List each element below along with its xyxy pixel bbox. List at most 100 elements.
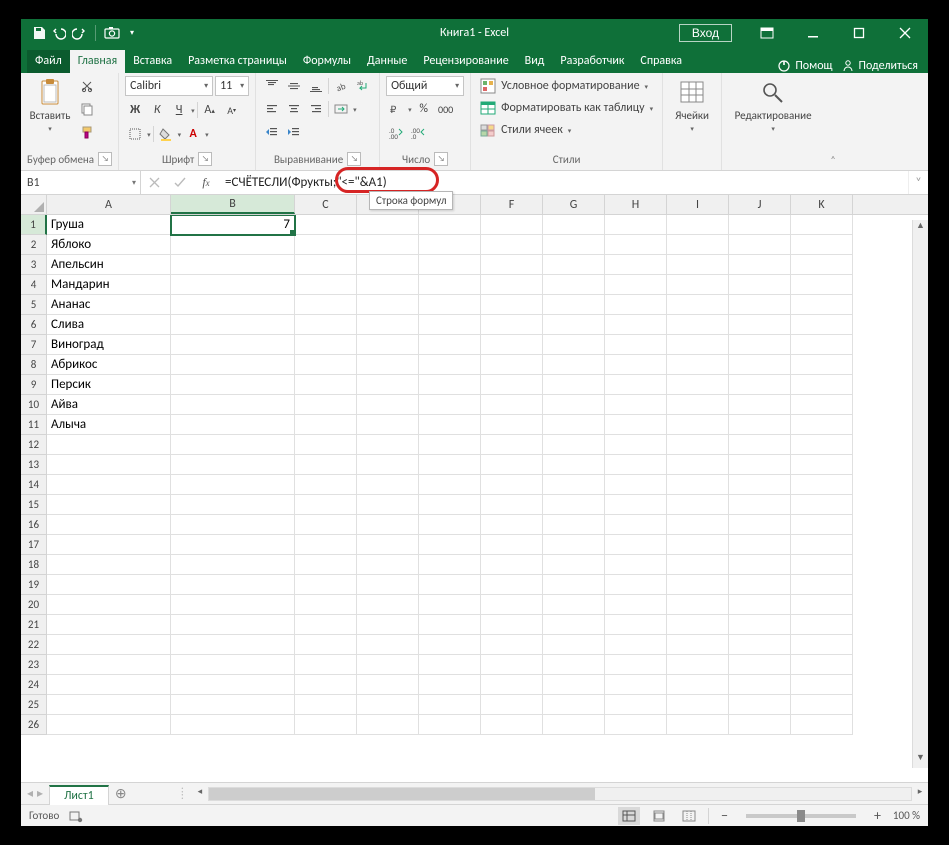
tab-Формулы[interactable]: Формулы (295, 50, 359, 73)
cell[interactable]: 7 (171, 215, 295, 235)
cell[interactable] (357, 535, 419, 555)
align-left-icon[interactable] (262, 99, 282, 119)
cell[interactable] (295, 635, 357, 655)
comma-style-icon[interactable]: 000 (436, 99, 456, 119)
cell[interactable] (47, 535, 171, 555)
cell[interactable] (295, 555, 357, 575)
cell[interactable] (481, 295, 543, 315)
cell[interactable] (605, 215, 667, 235)
cell[interactable] (357, 655, 419, 675)
cell[interactable] (791, 455, 853, 475)
cell[interactable] (47, 475, 171, 495)
cell[interactable] (729, 275, 791, 295)
cell[interactable] (791, 715, 853, 735)
cell[interactable] (729, 375, 791, 395)
vertical-scrollbar[interactable]: ▲ ▼ (912, 220, 928, 768)
cell[interactable] (357, 275, 419, 295)
cell[interactable]: Груша (47, 215, 171, 235)
cell[interactable] (791, 335, 853, 355)
insert-function-icon[interactable]: fx (193, 175, 219, 190)
cell[interactable] (419, 535, 481, 555)
cell[interactable] (419, 635, 481, 655)
cell[interactable] (171, 495, 295, 515)
cell[interactable] (171, 595, 295, 615)
cell[interactable] (295, 575, 357, 595)
cell[interactable] (605, 375, 667, 395)
tab-Данные[interactable]: Данные (359, 50, 415, 73)
cell[interactable] (667, 375, 729, 395)
cell[interactable] (791, 535, 853, 555)
row-header[interactable]: 11 (21, 415, 47, 435)
cell[interactable] (295, 655, 357, 675)
cell[interactable] (357, 395, 419, 415)
cell[interactable] (791, 275, 853, 295)
cell[interactable] (419, 455, 481, 475)
signin-button[interactable]: Вход (679, 24, 732, 42)
cell[interactable] (605, 395, 667, 415)
cell[interactable] (605, 495, 667, 515)
cell[interactable] (481, 375, 543, 395)
cell[interactable] (171, 455, 295, 475)
cell[interactable] (667, 215, 729, 235)
cell[interactable] (791, 375, 853, 395)
cell[interactable] (791, 355, 853, 375)
cell[interactable] (543, 215, 605, 235)
cell[interactable] (667, 455, 729, 475)
col-header-B[interactable]: B (171, 195, 295, 214)
tab-Главная[interactable]: Главная (70, 50, 125, 73)
cell[interactable] (791, 615, 853, 635)
cell[interactable] (543, 315, 605, 335)
cell[interactable] (47, 575, 171, 595)
cell[interactable] (543, 475, 605, 495)
col-header-F[interactable]: F (481, 195, 543, 214)
decrease-indent-icon[interactable] (262, 122, 282, 142)
cell[interactable] (357, 715, 419, 735)
cell[interactable] (171, 695, 295, 715)
cell[interactable] (605, 475, 667, 495)
cell[interactable] (729, 655, 791, 675)
cell[interactable] (481, 335, 543, 355)
cell[interactable] (47, 555, 171, 575)
align-middle-icon[interactable] (284, 76, 304, 96)
cell[interactable] (729, 315, 791, 335)
cell[interactable] (667, 315, 729, 335)
cell[interactable] (171, 715, 295, 735)
cell[interactable] (357, 215, 419, 235)
cell[interactable] (791, 575, 853, 595)
row-header[interactable]: 15 (21, 495, 47, 515)
cell[interactable] (357, 315, 419, 335)
cell[interactable] (543, 255, 605, 275)
cell[interactable] (605, 235, 667, 255)
cell[interactable] (419, 575, 481, 595)
collapse-ribbon-icon[interactable]: ˄ (830, 153, 835, 166)
cell[interactable]: Апельсин (47, 255, 171, 275)
cell[interactable] (667, 615, 729, 635)
row-header[interactable]: 14 (21, 475, 47, 495)
cell[interactable] (295, 255, 357, 275)
cell[interactable] (605, 675, 667, 695)
view-normal-icon[interactable] (618, 807, 640, 825)
cell[interactable] (171, 435, 295, 455)
sheet-nav-next-icon[interactable]: ▸ (37, 786, 43, 801)
redo-icon[interactable] (71, 25, 87, 41)
cell[interactable]: Ананас (47, 295, 171, 315)
cell[interactable] (605, 575, 667, 595)
cell[interactable] (419, 615, 481, 635)
align-right-icon[interactable] (306, 99, 326, 119)
cell[interactable] (481, 635, 543, 655)
cell[interactable] (419, 695, 481, 715)
scroll-down-icon[interactable]: ▼ (913, 752, 928, 768)
cell[interactable] (357, 615, 419, 635)
scroll-left-icon[interactable]: ◂ (192, 786, 208, 802)
cell[interactable] (481, 575, 543, 595)
cell[interactable] (481, 595, 543, 615)
conditional-formatting-button[interactable]: Условное форматирование ▾ (477, 76, 656, 96)
view-page-break-icon[interactable] (678, 807, 700, 825)
new-sheet-button[interactable]: ⊕ (109, 785, 133, 802)
cell[interactable] (481, 615, 543, 635)
cell[interactable] (729, 255, 791, 275)
cell[interactable] (481, 475, 543, 495)
cell[interactable] (791, 475, 853, 495)
cell[interactable] (543, 695, 605, 715)
cell[interactable] (543, 595, 605, 615)
